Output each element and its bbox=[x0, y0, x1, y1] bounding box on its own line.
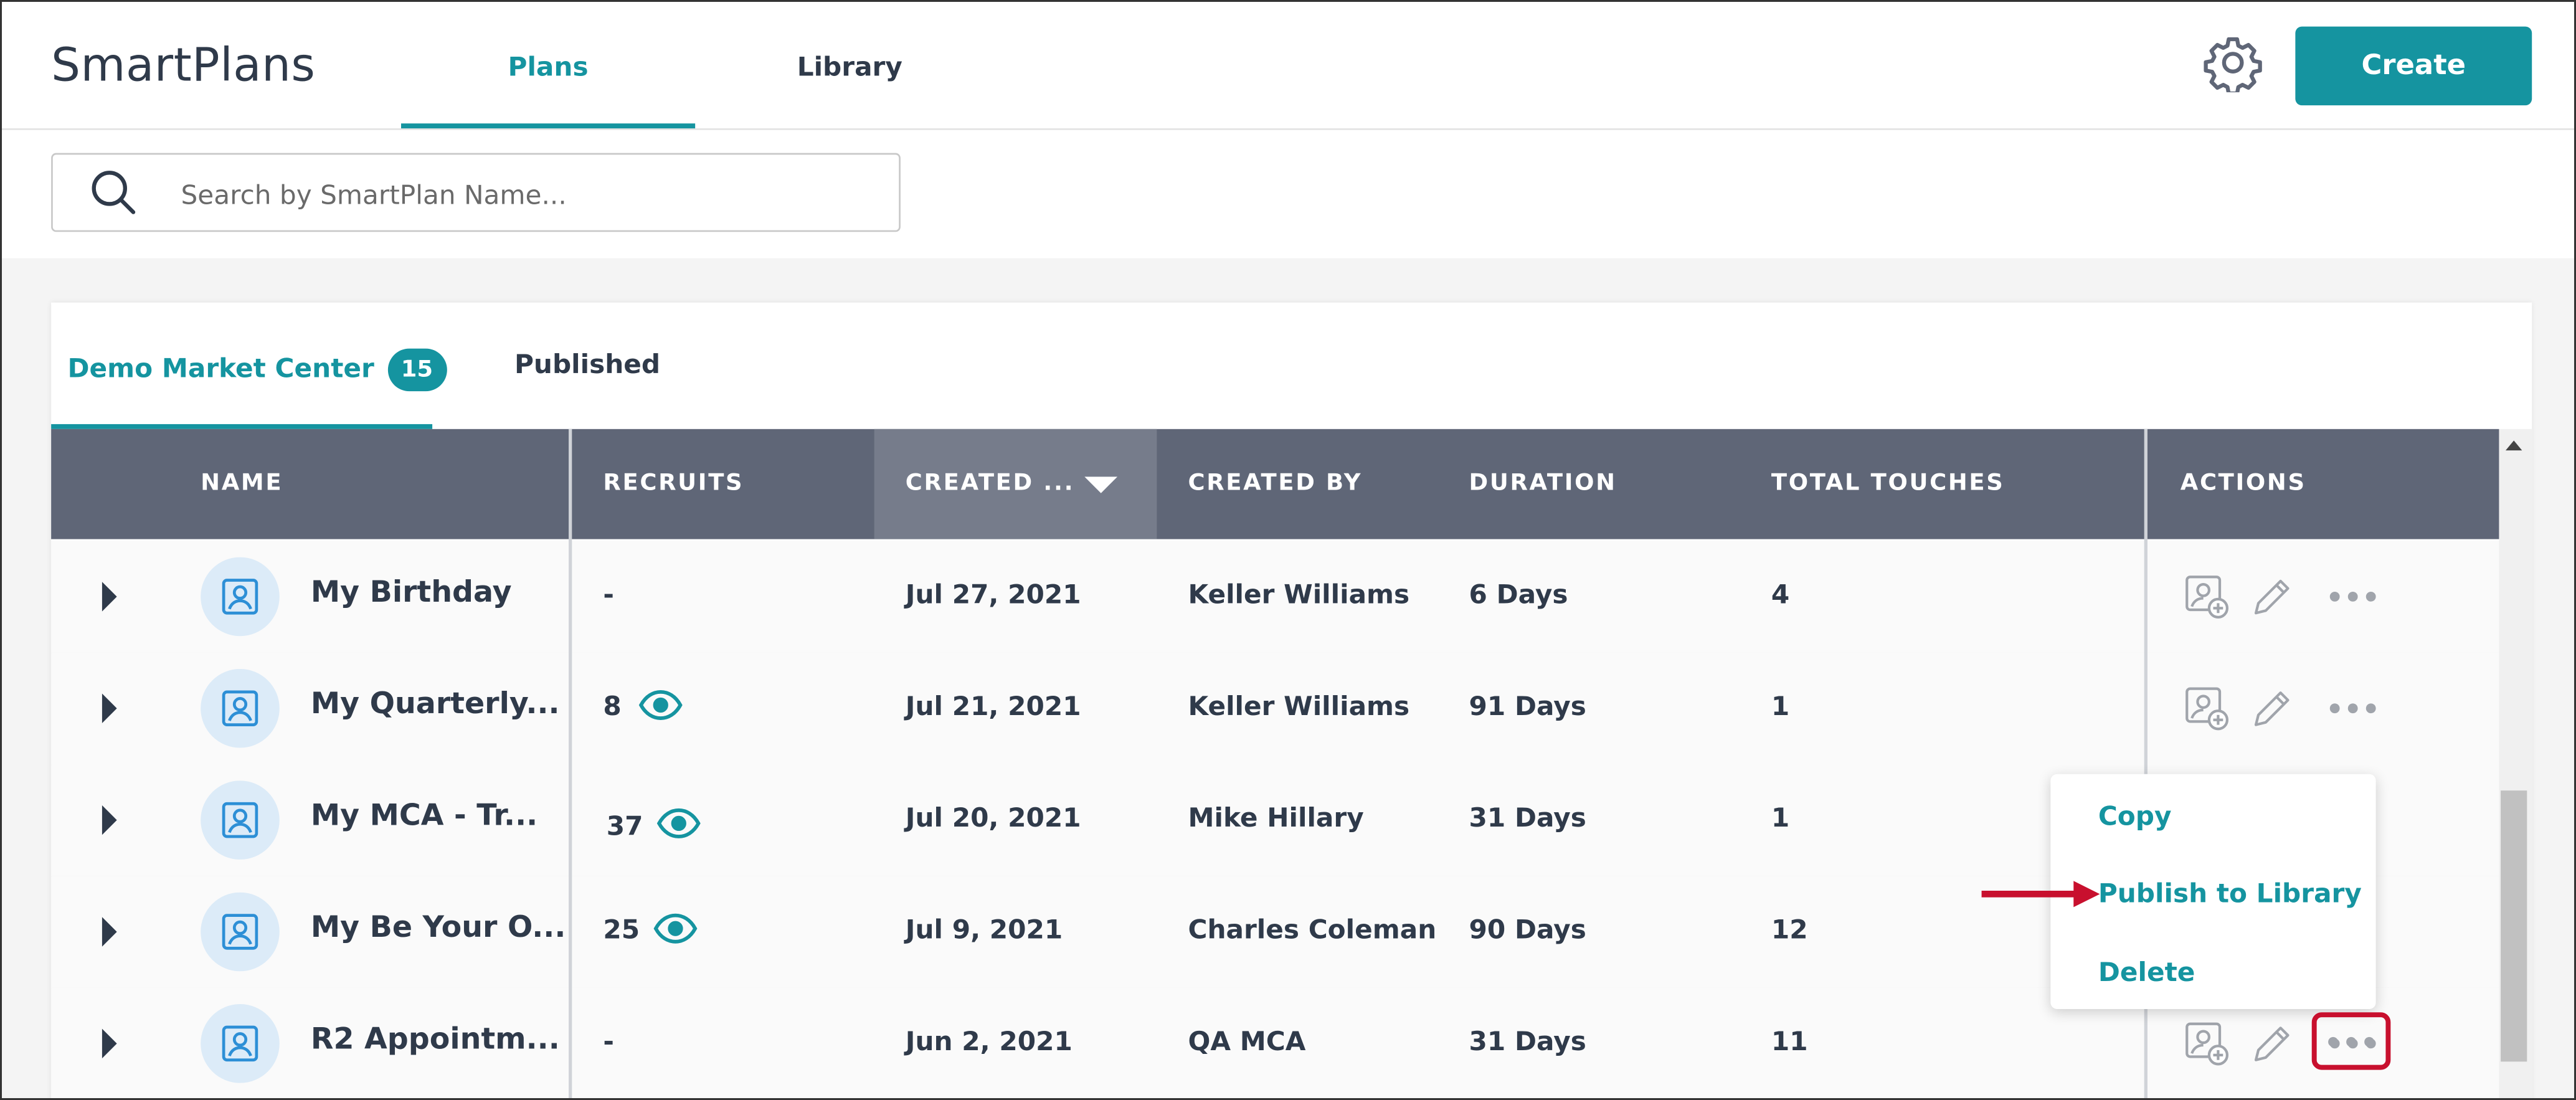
touches-value: 4 bbox=[1771, 578, 1790, 610]
column-header-recruits[interactable]: RECRUITS bbox=[603, 470, 744, 496]
plan-avatar bbox=[201, 1004, 280, 1083]
duration-value: 31 Days bbox=[1469, 1025, 1586, 1057]
column-header-actions: ACTIONS bbox=[2180, 470, 2306, 496]
person-icon bbox=[222, 914, 258, 950]
expand-row-icon[interactable] bbox=[102, 917, 117, 947]
created-date: Jul 27, 2021 bbox=[905, 578, 1081, 610]
touches-value: 11 bbox=[1771, 1025, 1808, 1057]
touches-value: 12 bbox=[1771, 913, 1808, 946]
menu-item-publish-to-library[interactable]: Publish to Library bbox=[2098, 878, 2362, 909]
tab-library[interactable]: Library bbox=[797, 51, 902, 82]
created-date: Jun 2, 2021 bbox=[905, 1025, 1073, 1057]
more-options-icon[interactable] bbox=[2328, 590, 2377, 603]
edit-pencil-icon[interactable] bbox=[2250, 574, 2296, 620]
column-header-duration[interactable]: DURATION bbox=[1469, 470, 1617, 496]
plan-name[interactable]: My MCA - Tr... bbox=[311, 799, 537, 833]
duration-value: 90 Days bbox=[1469, 913, 1586, 946]
touches-value: 1 bbox=[1771, 690, 1790, 722]
eye-icon[interactable] bbox=[653, 912, 699, 945]
created-date: Jul 21, 2021 bbox=[905, 690, 1081, 722]
edit-pencil-icon[interactable] bbox=[2250, 1020, 2296, 1066]
subtab-demo-market-center[interactable]: Demo Market Center 15 bbox=[67, 348, 447, 392]
plan-name[interactable]: My Birthday bbox=[311, 576, 512, 610]
highlighted-more-options-button[interactable] bbox=[2311, 1012, 2391, 1070]
person-icon bbox=[222, 1025, 258, 1062]
table-row[interactable]: My Quarterly... 8 Jul 21, 2021 Keller Wi… bbox=[51, 652, 2499, 766]
more-options-icon[interactable] bbox=[2328, 702, 2377, 715]
column-header-created[interactable]: CREATED ... bbox=[906, 470, 1075, 496]
annotation-arrow-icon bbox=[1981, 881, 2100, 908]
assign-contact-icon[interactable] bbox=[2184, 1020, 2230, 1066]
person-icon bbox=[222, 690, 258, 727]
plan-avatar bbox=[201, 668, 280, 748]
recruits-value: 8 bbox=[603, 690, 622, 722]
column-divider bbox=[569, 429, 572, 1098]
plan-name[interactable]: My Be Your O... bbox=[311, 911, 566, 945]
app-frame: SmartPlans Plans Library Create Demo Mar… bbox=[0, 0, 2576, 1100]
created-by: Keller Williams bbox=[1188, 578, 1410, 610]
plan-name[interactable]: My Quarterly... bbox=[311, 687, 560, 721]
assign-contact-icon[interactable] bbox=[2184, 574, 2230, 620]
expand-row-icon[interactable] bbox=[102, 805, 117, 835]
sort-descending-icon[interactable] bbox=[1084, 477, 1118, 493]
duration-value: 6 Days bbox=[1469, 578, 1568, 610]
eye-icon[interactable] bbox=[656, 807, 702, 840]
search-icon bbox=[92, 171, 136, 214]
recruits-value: 25 bbox=[603, 913, 640, 946]
scrollbar-thumb[interactable] bbox=[2501, 790, 2527, 1062]
duration-value: 31 Days bbox=[1469, 802, 1586, 833]
plan-name[interactable]: R2 Appointm... bbox=[311, 1022, 560, 1056]
person-icon bbox=[222, 579, 258, 615]
assign-contact-icon[interactable] bbox=[2184, 685, 2230, 731]
column-header-total-touches[interactable]: TOTAL TOUCHES bbox=[1771, 470, 2005, 496]
recruits-value: 37 bbox=[606, 810, 643, 842]
edit-pencil-icon[interactable] bbox=[2250, 685, 2296, 731]
expand-row-icon[interactable] bbox=[102, 693, 117, 723]
table-row[interactable]: My Birthday - Jul 27, 2021 Keller Willia… bbox=[51, 541, 2499, 655]
recruits-value: - bbox=[603, 578, 614, 610]
subtab-published[interactable]: Published bbox=[514, 349, 660, 380]
search-box[interactable] bbox=[51, 153, 901, 232]
top-header: SmartPlans Plans Library Create bbox=[2, 2, 2574, 130]
gear-icon[interactable] bbox=[2204, 33, 2263, 93]
scroll-up-arrow-icon[interactable] bbox=[2506, 440, 2522, 451]
created-date: Jul 9, 2021 bbox=[905, 913, 1063, 946]
search-input[interactable] bbox=[178, 171, 874, 217]
plan-avatar bbox=[201, 557, 280, 637]
plan-avatar bbox=[201, 892, 280, 972]
touches-value: 1 bbox=[1771, 802, 1790, 833]
duration-value: 91 Days bbox=[1469, 690, 1586, 722]
created-by: Keller Williams bbox=[1188, 690, 1410, 722]
created-by: Charles Coleman bbox=[1188, 913, 1437, 946]
create-button[interactable]: Create bbox=[2295, 26, 2532, 106]
count-badge: 15 bbox=[387, 348, 447, 392]
person-icon bbox=[222, 802, 258, 838]
table-header: NAME RECRUITS CREATED ... CREATED BY DUR… bbox=[51, 429, 2499, 539]
eye-icon[interactable] bbox=[638, 689, 684, 722]
column-header-name[interactable]: NAME bbox=[201, 470, 283, 496]
tab-plans-underline bbox=[400, 123, 696, 129]
created-date: Jul 20, 2021 bbox=[905, 802, 1081, 833]
subtab-underline bbox=[51, 424, 433, 429]
tab-plans[interactable]: Plans bbox=[401, 51, 695, 82]
column-header-created-by[interactable]: CREATED BY bbox=[1188, 470, 1362, 496]
more-options-icon bbox=[2328, 1036, 2374, 1047]
app-title: SmartPlans bbox=[51, 38, 316, 93]
subtab-demo-label: Demo Market Center bbox=[67, 353, 374, 384]
expand-row-icon[interactable] bbox=[102, 1028, 117, 1059]
expand-row-icon[interactable] bbox=[102, 582, 117, 612]
created-by: QA MCA bbox=[1188, 1025, 1306, 1057]
plan-avatar bbox=[201, 780, 280, 860]
recruits-value: - bbox=[603, 1025, 614, 1057]
menu-item-delete[interactable]: Delete bbox=[2098, 957, 2195, 988]
created-by: Mike Hillary bbox=[1188, 802, 1364, 833]
menu-item-copy[interactable]: Copy bbox=[2098, 800, 2172, 832]
